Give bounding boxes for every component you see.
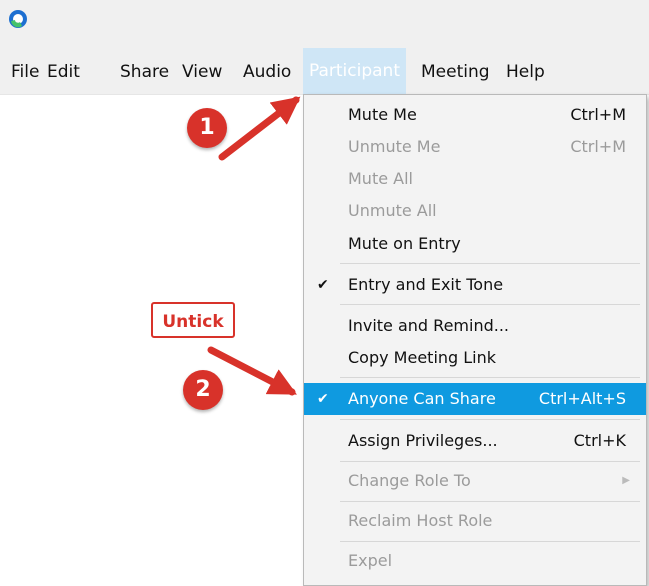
step-1-badge: 1	[187, 108, 227, 148]
arrow-step-2	[207, 346, 297, 396]
arrow-step-1	[218, 96, 301, 161]
untick-label: Untick	[151, 302, 235, 338]
step-2-badge: 2	[183, 370, 223, 410]
annotation-arrows	[207, 96, 301, 396]
